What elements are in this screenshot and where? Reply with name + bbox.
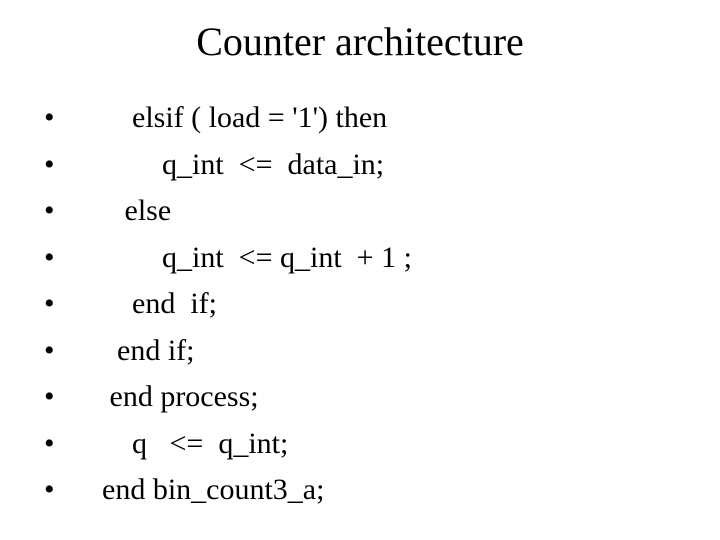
code-list: elsif ( load = '1') then q_int <= data_i… (44, 95, 680, 514)
list-item: end if; (44, 281, 680, 328)
list-item: q_int <= data_in; (44, 142, 680, 189)
list-item: end if; (44, 328, 680, 375)
list-item: elsif ( load = '1') then (44, 95, 680, 142)
list-item: end process; (44, 374, 680, 421)
slide: Counter architecture elsif ( load = '1')… (0, 0, 720, 540)
list-item: q_int <= q_int + 1 ; (44, 235, 680, 282)
list-item: else (44, 188, 680, 235)
list-item: end bin_count3_a; (44, 467, 680, 514)
list-item: q <= q_int; (44, 421, 680, 468)
slide-title: Counter architecture (40, 18, 680, 65)
